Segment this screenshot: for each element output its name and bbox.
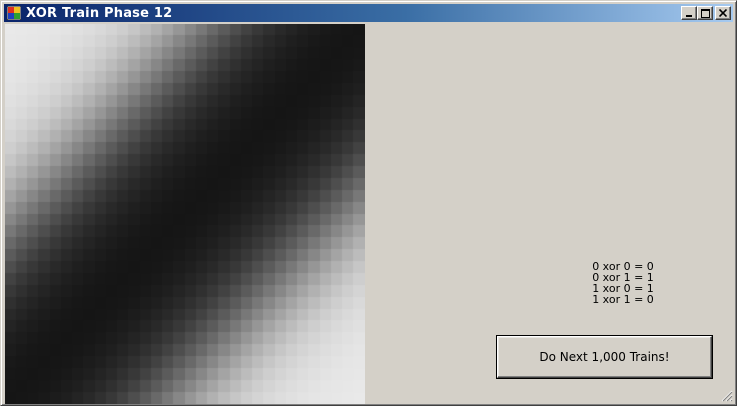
app-icon[interactable] xyxy=(6,5,22,21)
xor-output-canvas xyxy=(5,24,365,404)
result-line-11: 1 xor 1 = 0 xyxy=(592,293,654,306)
app-window: XOR Train Phase 12 0 xor 0 = 0 0 xor 1 =… xyxy=(0,0,737,406)
window-title: XOR Train Phase 12 xyxy=(26,5,173,21)
caption-buttons xyxy=(681,6,731,20)
xor-output-map xyxy=(5,24,365,404)
title-bar[interactable]: XOR Train Phase 12 xyxy=(4,4,733,22)
resize-grip-icon[interactable] xyxy=(720,389,733,402)
client-area: 0 xor 0 = 0 0 xor 1 = 1 1 xor 0 = 1 1 xo… xyxy=(5,24,734,404)
minimize-button[interactable] xyxy=(681,6,697,20)
close-icon xyxy=(719,9,727,17)
xor-results: 0 xor 0 = 0 0 xor 1 = 1 1 xor 0 = 1 1 xo… xyxy=(553,261,693,305)
train-button[interactable]: Do Next 1,000 Trains! xyxy=(496,335,713,379)
maximize-button[interactable] xyxy=(697,6,713,20)
minimize-icon xyxy=(686,15,692,17)
close-button[interactable] xyxy=(715,6,731,20)
maximize-icon xyxy=(700,8,710,18)
